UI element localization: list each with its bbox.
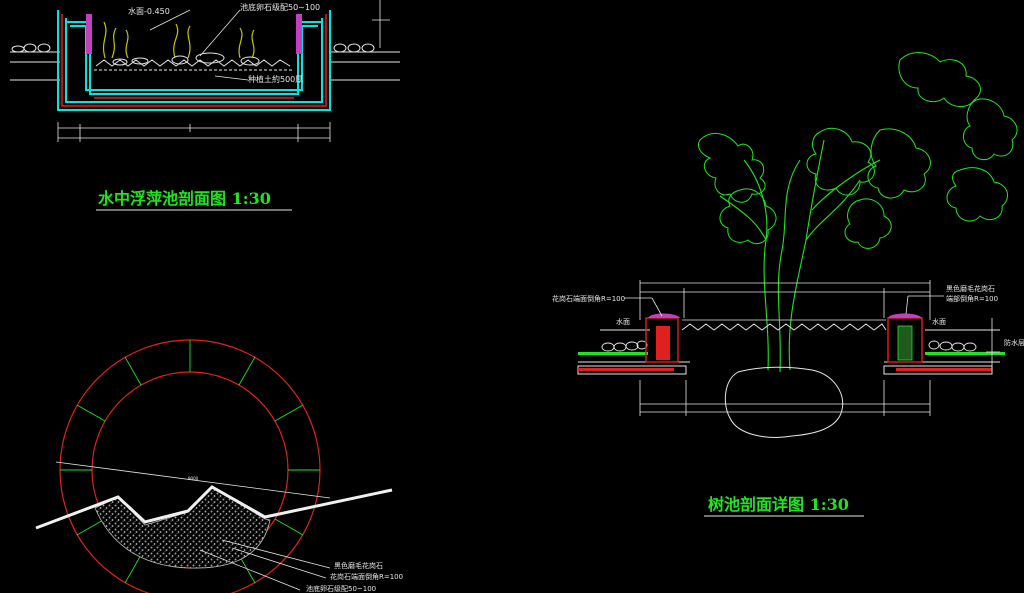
tree-right-dim <box>986 318 1000 372</box>
tree-soil-surface <box>681 323 887 331</box>
circle-plan: 9000 黑色磨毛花岗石 花岗石端面倒角R=100 池底卵石级配50~100 <box>35 339 403 593</box>
label-bottom-stone: 池底卵石级配50~100 <box>240 2 320 12</box>
circle-dim-text: 9000 <box>188 476 199 481</box>
aquatic-plants <box>102 21 255 59</box>
tree-top-dim <box>639 280 931 320</box>
tree-green-layers <box>578 352 1005 355</box>
root-ball <box>724 366 844 438</box>
tree-label-waterproof: 防水层 <box>1004 338 1024 347</box>
tree-trunk <box>719 139 881 373</box>
circle-label-granite-black: 黑色磨毛花岗石 <box>334 561 383 570</box>
tree-leaders <box>624 295 944 317</box>
tree-red-layers <box>578 368 992 371</box>
tree-label-water-right: 水面 <box>932 317 946 326</box>
tree-label-water-left: 水面 <box>616 317 630 326</box>
pool-section: 水面-0.450 池底卵石级配50~100 种植土約500厚 水中浮萍池剖面图 … <box>10 0 400 211</box>
pool-dimensions <box>57 0 390 142</box>
tree-section: 花岗石端面倒角R=100 黑色磨毛花岗石 端部倒角R=100 水面 水面 防水层… <box>552 52 1024 517</box>
pool-bottom-stones <box>112 52 260 66</box>
circle-label-granite-edge: 花岗石端面倒角R=100 <box>330 572 403 581</box>
tree-title: 树池剖面详图 1:30 <box>708 495 849 514</box>
pool-rebar <box>61 14 327 107</box>
tree-bottom-dim <box>639 380 931 416</box>
tree-label-granite-black: 黑色磨毛花岗石 <box>946 284 995 293</box>
circle-label-bottom-stone: 池底卵石级配50~100 <box>306 584 376 593</box>
label-water-level: 水面-0.450 <box>128 6 170 16</box>
wall-right-cap <box>888 313 922 318</box>
pool-walls <box>57 10 331 111</box>
pool-coping <box>86 14 302 54</box>
tree-label-edge-chamfer: 端部倒角R=100 <box>946 294 998 303</box>
tree-label-granite-edge: 花岗石端面倒角R=100 <box>552 294 625 303</box>
wall-left-core <box>656 326 670 360</box>
cad-drawing-canvas: 水面-0.450 池底卵石级配50~100 种植土約500厚 水中浮萍池剖面图 … <box>10 0 1024 593</box>
leader-bottom-stone <box>199 9 241 57</box>
leader-soil <box>214 75 249 81</box>
pool-title: 水中浮萍池剖面图 1:30 <box>98 189 271 208</box>
soil-surface <box>95 59 291 67</box>
wall-right-core <box>897 325 913 361</box>
tree-canopy <box>697 52 1018 249</box>
label-planting-soil: 种植土約500厚 <box>248 74 303 84</box>
wall-left-cap <box>648 313 680 318</box>
